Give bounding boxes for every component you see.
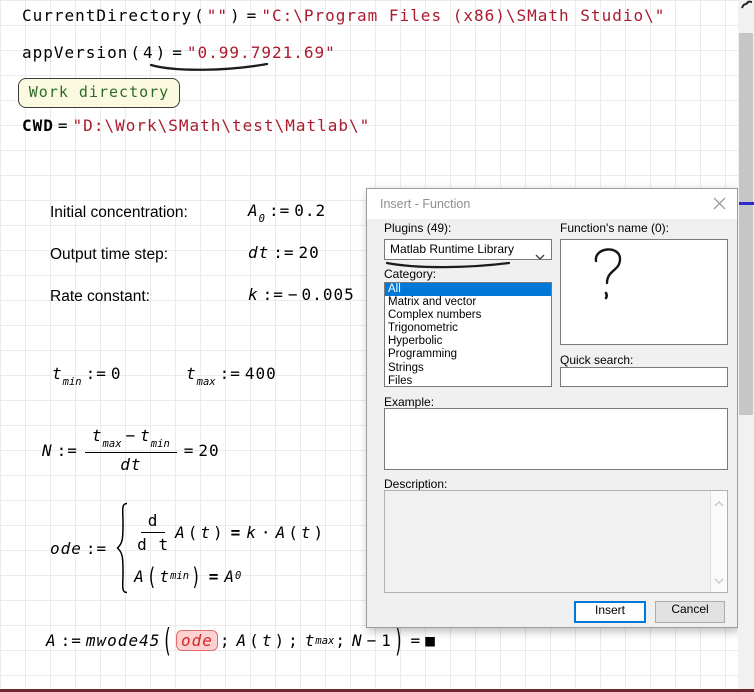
expr-ode-definition[interactable]: ode:= d d t A(t)=k·A(t) A(tmin)=A0 <box>50 502 326 594</box>
expr-a0-definition[interactable]: A0:=0.2 <box>248 201 326 225</box>
quick-search-input[interactable] <box>560 367 728 387</box>
category-item[interactable]: Trigonometric <box>385 322 551 335</box>
expr-tmin-definition[interactable]: tmin:=0 <box>52 364 122 388</box>
work-directory-button-label: Work directory <box>29 83 169 101</box>
expr-k-definition[interactable]: k:=−0.005 <box>248 285 355 304</box>
expr-tmax-definition[interactable]: tmax:=400 <box>186 364 277 388</box>
category-item[interactable]: Files <box>385 375 551 387</box>
close-icon[interactable] <box>709 197 729 213</box>
error-highlight-ode[interactable]: ode <box>176 630 218 651</box>
expr-cwd[interactable]: CWD="D:\Work\SMath\test\Matlab\" <box>22 116 370 135</box>
work-directory-button[interactable]: Work directory <box>18 78 180 108</box>
insert-function-dialog: Insert - Function Plugins (49): Matlab R… <box>366 188 738 628</box>
underline-annotation-version <box>148 61 270 73</box>
expr-current-directory[interactable]: CurrentDirectory("")="C:\Program Files (… <box>22 6 665 25</box>
question-mark-annotation <box>590 245 626 303</box>
plugins-dropdown[interactable]: Matlab Runtime Library <box>384 239 552 260</box>
scroll-up-icon[interactable] <box>714 496 724 510</box>
quick-search-label: Quick search: <box>560 353 633 367</box>
ode-initial-condition: A(tmin)=A0 <box>134 567 326 586</box>
chevron-down-icon <box>535 247 545 266</box>
example-label: Example: <box>384 395 434 409</box>
category-item[interactable]: Matrix and vector <box>385 296 551 309</box>
ode-equation: d d t A(t)=k·A(t) <box>134 511 326 554</box>
function-name: mwode45 <box>86 631 160 650</box>
function-name-label: Function's name (0): <box>560 221 669 235</box>
scrollbar-thumb[interactable] <box>739 33 753 415</box>
category-item[interactable]: Strings <box>385 362 551 375</box>
expr-n-definition[interactable]: N:= tmax−tmin dt =20 <box>42 426 220 474</box>
smath-studio-window: CurrentDirectory("")="C:\Program Files (… <box>0 0 754 692</box>
category-list[interactable]: All Matrix and vector Complex numbers Tr… <box>384 282 552 387</box>
description-label: Description: <box>384 477 447 491</box>
string-value: "C:\Program Files (x86)\SMath Studio\" <box>261 6 665 25</box>
category-item[interactable]: Programming <box>385 348 551 361</box>
function-name: appVersion <box>22 43 128 62</box>
category-item-selected[interactable]: All <box>385 283 551 296</box>
example-box[interactable] <box>384 408 728 470</box>
string-value: "D:\Work\SMath\test\Matlab\" <box>73 116 371 135</box>
dialog-titlebar[interactable]: Insert - Function <box>367 189 737 219</box>
blue-marker-annotation <box>739 202 754 205</box>
scroll-down-icon[interactable] <box>714 573 724 587</box>
string-arg: "" <box>207 6 228 25</box>
expr-app-version[interactable]: appVersion(4)="0.99.7921.69" <box>22 43 336 62</box>
function-name: CurrentDirectory <box>22 6 192 25</box>
label-initial-concentration: Initial concentration: <box>50 204 188 222</box>
expr-mwode45-call[interactable]: A:=mwode45 ( ode ; A(t) ; tmax ; N−1 ) =… <box>46 630 436 651</box>
system-brace <box>114 502 129 594</box>
label-rate-constant: Rate constant: <box>50 288 150 306</box>
category-label: Category: <box>384 267 436 281</box>
result-placeholder[interactable]: ■ <box>425 631 436 650</box>
function-name-list[interactable] <box>560 239 728 345</box>
string-value: "0.99.7921.69" <box>187 43 336 62</box>
label-output-time-step: Output time step: <box>50 246 168 264</box>
expr-dt-definition[interactable]: dt:=20 <box>248 243 320 262</box>
dialog-title: Insert - Function <box>380 189 470 219</box>
description-scrollbar[interactable] <box>710 491 727 592</box>
variable-name: CWD <box>22 116 54 135</box>
cancel-button[interactable]: Cancel <box>655 601 725 623</box>
category-item[interactable]: Hyperbolic <box>385 335 551 348</box>
plugins-label: Plugins (49): <box>384 221 451 235</box>
insert-button[interactable]: Insert <box>574 601 646 623</box>
window-scrollbar[interactable] <box>738 0 754 692</box>
fraction: tmax−tmin dt <box>85 426 177 474</box>
category-item[interactable]: Complex numbers <box>385 309 551 322</box>
plugins-selected-value: Matlab Runtime Library <box>390 242 514 256</box>
description-box <box>384 490 728 593</box>
